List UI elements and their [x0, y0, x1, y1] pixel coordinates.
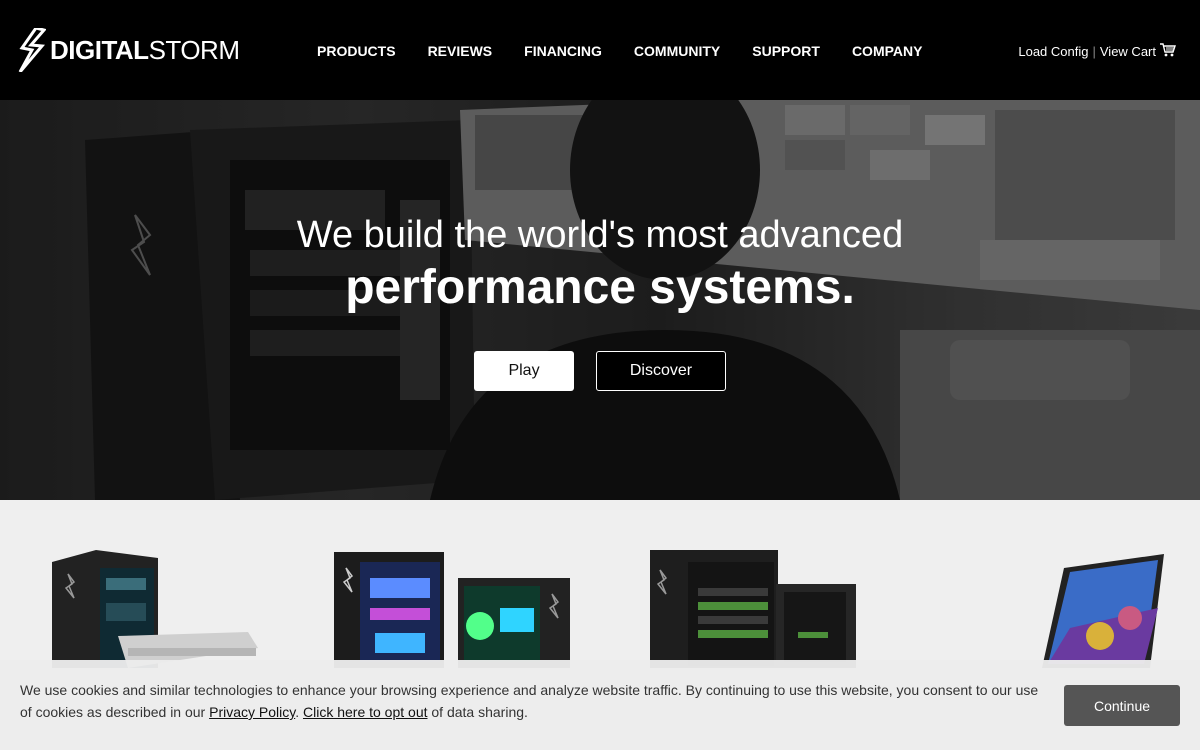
gaming-laptop-image[interactable] — [1040, 548, 1170, 668]
digitalstorm-logo[interactable]: DIGITALSTORM — [16, 28, 240, 72]
nav-reviews[interactable]: REVIEWS — [412, 43, 509, 59]
cookie-text-intro: We use cookies and similar technologies … — [20, 682, 1039, 720]
nav-company[interactable]: COMPANY — [836, 43, 939, 59]
logo-wordmark: DIGITALSTORM — [50, 34, 240, 66]
cart-icon[interactable] — [1160, 43, 1176, 60]
utility-links: Load Config | View Cart — [1018, 43, 1176, 60]
nav-products[interactable]: PRODUCTS — [301, 43, 412, 59]
cookie-message: We use cookies and similar technologies … — [20, 679, 1050, 723]
nav-support[interactable]: SUPPORT — [736, 43, 836, 59]
gaming-desktops-image[interactable] — [330, 548, 575, 668]
workstation-server-image[interactable] — [48, 548, 268, 668]
nav-financing[interactable]: FINANCING — [508, 43, 618, 59]
site-header: DIGITALSTORM PRODUCTS REVIEWS FINANCING … — [0, 0, 1200, 100]
hero-subheadline: performance systems. — [345, 261, 855, 314]
cookie-banner: We use cookies and similar technologies … — [0, 660, 1200, 750]
logo-thin-text: STORM — [148, 34, 240, 65]
lightning-bolt-icon — [18, 28, 46, 72]
pro-workstations-image[interactable] — [648, 548, 863, 668]
privacy-policy-link[interactable]: Privacy Policy — [209, 704, 295, 720]
play-button[interactable]: Play — [474, 351, 574, 391]
utility-separator: | — [1092, 44, 1096, 59]
main-nav: PRODUCTS REVIEWS FINANCING COMMUNITY SUP… — [301, 43, 938, 59]
load-config-link[interactable]: Load Config — [1018, 44, 1088, 59]
nav-community[interactable]: COMMUNITY — [618, 43, 736, 59]
cookie-text-outro: of data sharing. — [427, 704, 528, 720]
hero-headline: We build the world's most advanced — [296, 214, 904, 256]
discover-button[interactable]: Discover — [596, 351, 726, 391]
cookie-text-mid: . — [295, 704, 303, 720]
opt-out-link[interactable]: Click here to opt out — [303, 704, 428, 720]
continue-button[interactable]: Continue — [1064, 685, 1180, 726]
hero-section: We build the world's most advanced perfo… — [0, 100, 1200, 500]
logo-bold-text: DIGITAL — [50, 34, 149, 65]
view-cart-link[interactable]: View Cart — [1100, 44, 1156, 59]
